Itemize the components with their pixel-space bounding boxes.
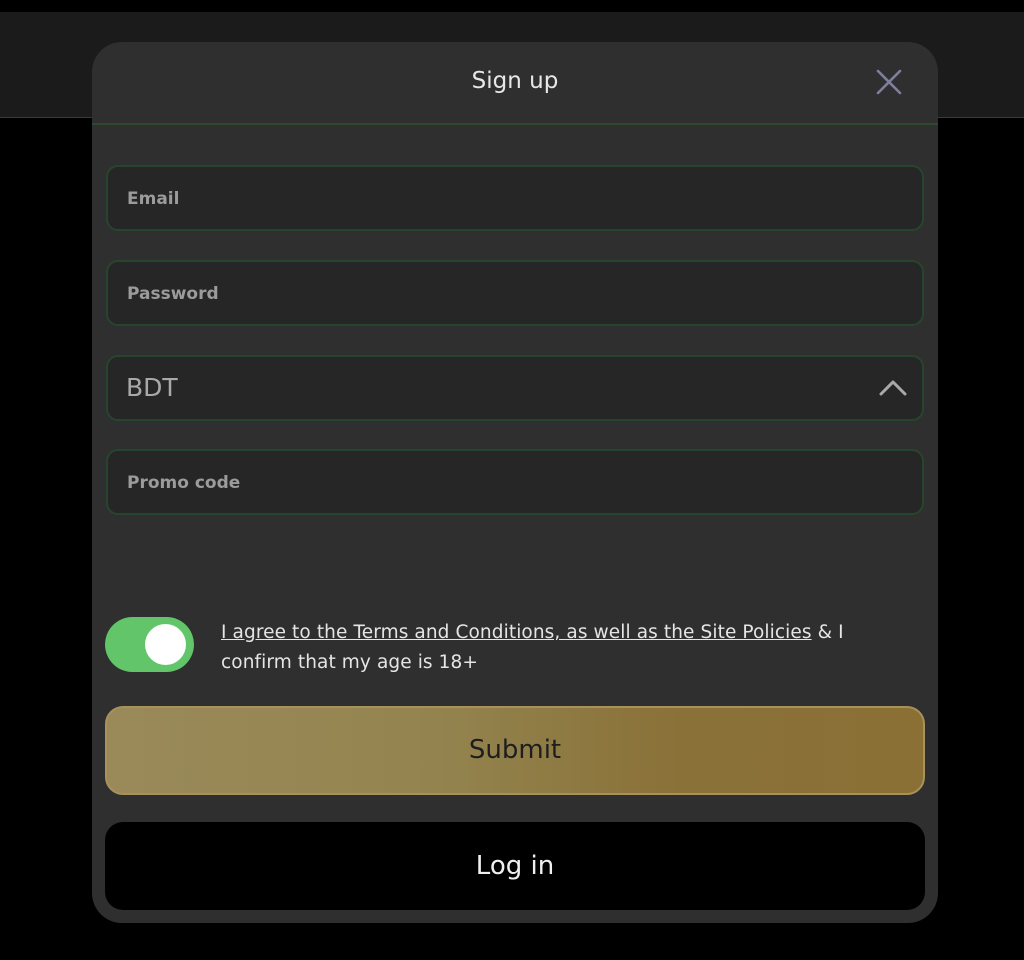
toggle-knob: [145, 624, 186, 665]
page: Sign up BDT I agr: [0, 0, 1024, 960]
currency-value: BDT: [126, 373, 178, 402]
close-button[interactable]: [872, 65, 906, 99]
agreement-toggle[interactable]: [105, 617, 194, 672]
submit-button[interactable]: Submit: [105, 706, 925, 795]
password-field-container: [106, 260, 924, 326]
currency-select[interactable]: BDT: [106, 355, 924, 421]
login-button[interactable]: Log in: [105, 822, 925, 910]
promo-code-input[interactable]: [125, 451, 889, 515]
promo-field-container: [106, 449, 924, 515]
password-input[interactable]: [125, 262, 889, 326]
signup-modal: Sign up BDT I agr: [92, 42, 938, 923]
email-field-container: [106, 165, 924, 231]
chevron-up-icon: [879, 380, 907, 396]
agreement-text: I agree to the Terms and Conditions, as …: [221, 618, 861, 678]
modal-title: Sign up: [471, 68, 559, 94]
email-input[interactable]: [125, 167, 889, 231]
close-icon: [876, 69, 902, 95]
modal-header: Sign up: [92, 42, 938, 125]
terms-and-policies-link[interactable]: I agree to the Terms and Conditions, as …: [221, 622, 812, 643]
